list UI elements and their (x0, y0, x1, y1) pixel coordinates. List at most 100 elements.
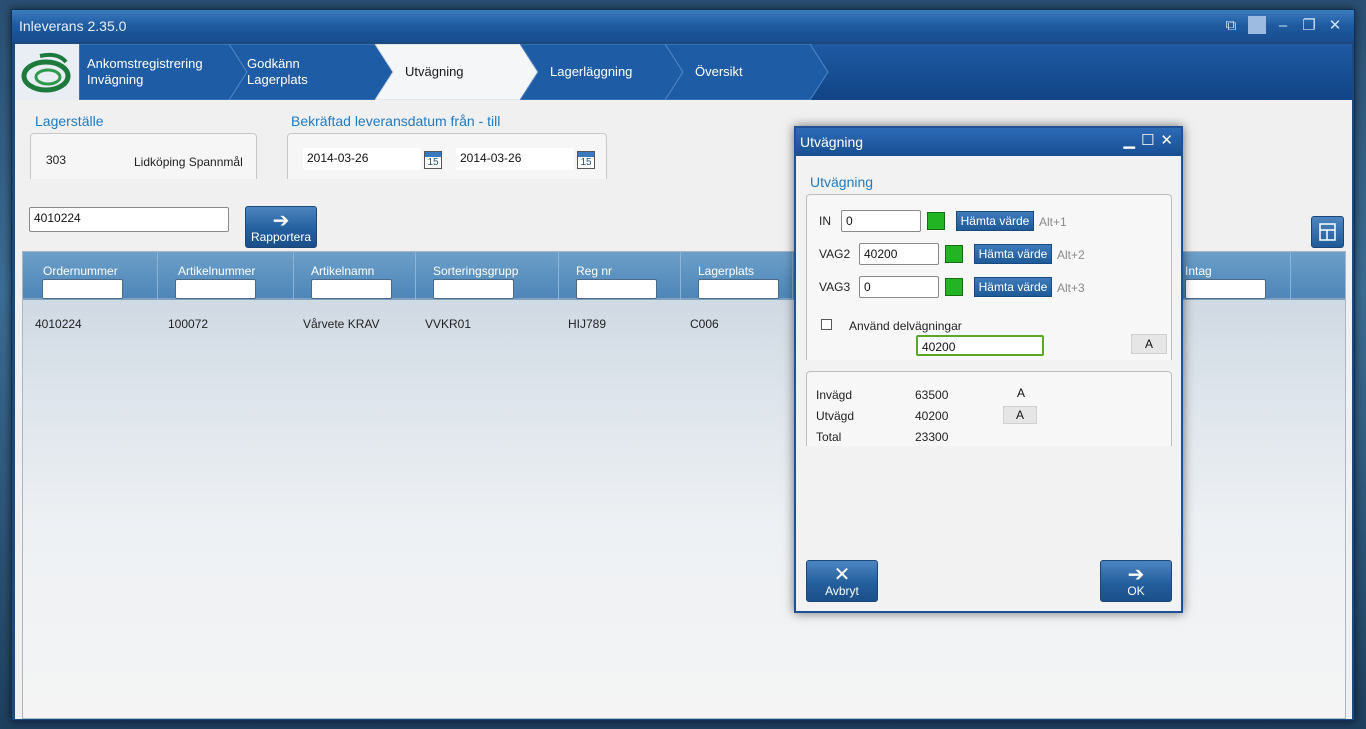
cell-artikelnummer: 100072 (168, 317, 209, 331)
lagerstalle-title: Lagerställe (35, 113, 104, 129)
col-label: Ordernummer (43, 264, 118, 278)
summary-panel: Invägd 63500 A Utvägd 40200 A Total 2330… (806, 371, 1172, 446)
lagerstalle-name: Lidköping Spannmål (134, 155, 243, 169)
dialog-maximize-icon[interactable]: ☐ (1141, 131, 1154, 149)
cell-lagerplats: C006 (690, 317, 719, 331)
report-button[interactable]: ➔ Rapportera (245, 206, 317, 248)
use-partial-checkbox[interactable] (821, 319, 832, 330)
col-lagerplats[interactable]: Lagerplats (681, 252, 793, 300)
filter-lagerplats[interactable] (698, 279, 779, 299)
report-button-label: Rapportera (250, 230, 312, 244)
close-icon[interactable]: ✕ (1326, 16, 1344, 34)
workflow-breadcrumb: Ankomstregistrering Invägning Godkänn La… (15, 44, 1352, 100)
step-ankomstregistrering[interactable]: Ankomstregistrering Invägning (79, 44, 249, 100)
col-ordernummer[interactable]: Ordernummer (23, 252, 158, 300)
restore-icon[interactable]: ❐ (1300, 16, 1318, 34)
dialog-title: Utvägning (800, 134, 864, 150)
col-intag[interactable]: Intag (1168, 252, 1291, 300)
in-shortcut: Alt+1 (1039, 215, 1067, 229)
arrow-right-icon: ➔ (272, 210, 290, 232)
date-to-field[interactable]: 2014-03-26 (456, 148, 574, 170)
vag2-shortcut: Alt+2 (1057, 248, 1085, 262)
title-bar: Inleverans 2.35.0 ⧉ – ❐ ✕ (12, 10, 1354, 42)
filter-artikelnummer[interactable] (175, 279, 256, 299)
cell-ordernummer: 4010224 (35, 317, 82, 331)
date-from-field[interactable]: 2014-03-26 (303, 148, 421, 170)
order-search-input[interactable]: 4010224 (29, 207, 229, 232)
dates-title: Bekräftad leveransdatum från - till (291, 113, 501, 129)
col-label: Artikelnamn (311, 264, 375, 278)
dialog-title-bar: Utvägning ▁ ☐ ✕ (796, 128, 1181, 156)
vag3-status-indicator (945, 278, 963, 296)
partial-value-input[interactable]: 40200 (916, 335, 1044, 356)
in-status-indicator (927, 212, 945, 230)
step-oversikt[interactable]: Översikt (665, 44, 835, 100)
calendar-to-icon[interactable]: 15 (577, 151, 595, 169)
x-icon: ✕ (833, 564, 851, 586)
col-label: Reg nr (576, 264, 613, 278)
vag3-input[interactable]: 0 (859, 276, 939, 298)
dialog-close-icon[interactable]: ✕ (1160, 131, 1173, 149)
arrow-right-icon: ➔ (1127, 564, 1145, 586)
col-label: Lagerplats (698, 264, 755, 278)
col-regnr[interactable]: Reg nr (559, 252, 681, 300)
utvagd-label: Utvägd (816, 409, 855, 423)
step-label: Översikt (695, 64, 743, 79)
in-input[interactable]: 0 (841, 210, 921, 232)
dates-panel: 2014-03-26 15 2014-03-26 15 (287, 133, 607, 179)
invagd-a-button[interactable]: A (1005, 386, 1037, 400)
utvagd-value: 40200 (915, 409, 949, 423)
vag2-fetch-button[interactable]: Hämta värde (974, 244, 1052, 264)
step-label: Ankomstregistrering Invägning (87, 56, 203, 87)
step-godkann-lagerplats[interactable]: Godkänn Lagerplats (229, 44, 399, 100)
use-partial-label: Använd delvägningar (849, 319, 962, 333)
vag2-label: VAG2 (819, 247, 851, 261)
vag3-fetch-button[interactable]: Hämta värde (974, 277, 1052, 297)
popout-icon[interactable]: ⧉ (1222, 17, 1240, 34)
minimize-icon[interactable]: – (1274, 17, 1292, 34)
ok-button-label: OK (1127, 584, 1145, 598)
layout-icon (1319, 223, 1336, 241)
in-fetch-button[interactable]: Hämta värde (956, 211, 1034, 231)
dialog-section-title: Utvägning (810, 174, 874, 190)
cell-artikelnamn: Vårvete KRAV (303, 317, 380, 331)
col-sorteringsgrupp[interactable]: Sorteringsgrupp (416, 252, 559, 300)
cancel-button-label: Avbryt (825, 584, 859, 598)
title-separator (1248, 16, 1266, 34)
col-label: Sorteringsgrupp (433, 264, 519, 278)
vag3-label: VAG3 (819, 280, 851, 294)
vag2-status-indicator (945, 245, 963, 263)
filter-sorteringsgrupp[interactable] (433, 279, 514, 299)
window-title: Inleverans 2.35.0 (19, 18, 127, 34)
partial-a-button[interactable]: A (1131, 334, 1167, 354)
vag3-shortcut: Alt+3 (1057, 281, 1085, 295)
col-artikelnamn[interactable]: Artikelnamn (294, 252, 416, 300)
layout-toggle-button[interactable] (1311, 216, 1344, 248)
filter-ordernummer[interactable] (42, 279, 123, 299)
lagerstalle-code: 303 (46, 153, 67, 167)
col-label: Artikelnummer (178, 264, 256, 278)
filter-artikelnamn[interactable] (311, 279, 392, 299)
ok-button[interactable]: ➔ OK (1100, 560, 1172, 602)
total-value: 23300 (915, 430, 949, 444)
cancel-button[interactable]: ✕ Avbryt (806, 560, 878, 602)
utvagning-dialog: Utvägning ▁ ☐ ✕ Utvägning IN 0 Hämta vär… (794, 126, 1183, 613)
weighing-panel: IN 0 Hämta värde Alt+1 VAG2 40200 Hämta … (806, 194, 1172, 360)
vag2-input[interactable]: 40200 (859, 243, 939, 265)
company-logo (15, 44, 79, 100)
step-label: Utvägning (405, 64, 464, 79)
col-artikelnummer[interactable]: Artikelnummer (158, 252, 294, 300)
invagd-label: Invägd (816, 388, 853, 402)
invagd-value: 63500 (915, 388, 949, 402)
calendar-from-icon[interactable]: 15 (424, 151, 442, 169)
utvagd-a-button[interactable]: A (1003, 406, 1037, 424)
in-label: IN (819, 214, 831, 228)
step-label: Godkänn Lagerplats (247, 56, 308, 87)
lagerstalle-panel: 303 Lidköping Spannmål (30, 133, 257, 179)
col-label: Intag (1185, 264, 1212, 278)
cell-sorteringsgrupp: VVKR01 (425, 317, 472, 331)
filter-regnr[interactable] (576, 279, 657, 299)
cell-regnr: HIJ789 (568, 317, 607, 331)
filter-intag[interactable] (1185, 279, 1266, 299)
dialog-minimize-icon[interactable]: ▁ (1123, 131, 1135, 149)
